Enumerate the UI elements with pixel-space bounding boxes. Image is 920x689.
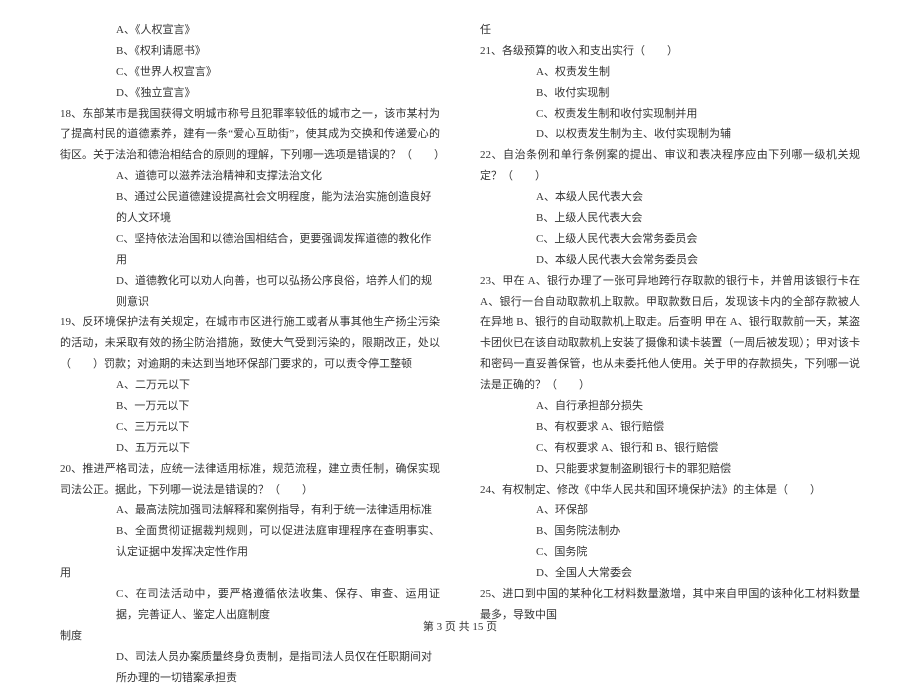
q18-opt-b: B、通过公民道德建设提高社会文明程度，能为法治实施创造良好的人文环境 xyxy=(60,187,440,229)
q18-opt-a: A、道德可以滋养法治精神和支撑法治文化 xyxy=(60,166,440,187)
q18-opt-c: C、坚持依法治国和以德治国相结合，更要强调发挥道德的教化作用 xyxy=(60,229,440,271)
q24-stem: 24、有权制定、修改《中华人民共和国环境保护法》的主体是（ ） xyxy=(480,480,860,501)
q23-opt-a: A、自行承担部分损失 xyxy=(480,396,860,417)
q24-opt-a: A、环保部 xyxy=(480,500,860,521)
q22-opt-d: D、本级人民代表大会常务委员会 xyxy=(480,250,860,271)
q21-opt-c: C、权责发生制和收付实现制并用 xyxy=(480,104,860,125)
q22-stem: 22、自治条例和单行条例案的提出、审议和表决程序应由下列哪一级机关规定？（ ） xyxy=(480,145,860,187)
q23-opt-b: B、有权要求 A、银行赔偿 xyxy=(480,417,860,438)
q19-opt-b: B、一万元以下 xyxy=(60,396,440,417)
q24-opt-c: C、国务院 xyxy=(480,542,860,563)
q21-stem: 21、各级预算的收入和支出实行（ ） xyxy=(480,41,860,62)
q17-opt-a: A、《人权宣言》 xyxy=(60,20,440,41)
q17-opt-d: D、《独立宣言》 xyxy=(60,83,440,104)
q20-opt-b: B、全面贯彻证据裁判规则，可以促进法庭审理程序在查明事实、认定证据中发挥决定性作… xyxy=(60,521,440,563)
q24-opt-d: D、全国人大常委会 xyxy=(480,563,860,584)
q21-opt-d: D、以权责发生制为主、收付实现制为辅 xyxy=(480,124,860,145)
q20-opt-b-tail: 用 xyxy=(60,563,440,584)
q20-opt-a: A、最高法院加强司法解释和案例指导，有利于统一法律适用标准 xyxy=(60,500,440,521)
q21-opt-a: A、权责发生制 xyxy=(480,62,860,83)
q17-opt-b: B、《权利请愿书》 xyxy=(60,41,440,62)
q19-opt-c: C、三万元以下 xyxy=(60,417,440,438)
q24-opt-b: B、国务院法制办 xyxy=(480,521,860,542)
left-column: A、《人权宣言》 B、《权利请愿书》 C、《世界人权宣言》 D、《独立宣言》 1… xyxy=(60,20,440,689)
q17-opt-c: C、《世界人权宣言》 xyxy=(60,62,440,83)
page-columns: A、《人权宣言》 B、《权利请愿书》 C、《世界人权宣言》 D、《独立宣言》 1… xyxy=(0,20,920,689)
right-column: 任 21、各级预算的收入和支出实行（ ） A、权责发生制 B、收付实现制 C、权… xyxy=(480,20,860,689)
q21-opt-b: B、收付实现制 xyxy=(480,83,860,104)
q23-stem: 23、甲在 A、银行办理了一张可异地跨行存取款的银行卡，并曾用该银行卡在 A、银… xyxy=(480,271,860,396)
q19-opt-a: A、二万元以下 xyxy=(60,375,440,396)
page-footer: 第 3 页 共 15 页 xyxy=(0,617,920,638)
q23-opt-d: D、只能要求复制盗刷银行卡的罪犯赔偿 xyxy=(480,459,860,480)
q19-stem: 19、反环境保护法有关规定，在城市市区进行施工或者从事其他生产扬尘污染的活动，未… xyxy=(60,312,440,375)
q20-opt-d-tail: 任 xyxy=(480,20,860,41)
q19-opt-d: D、五万元以下 xyxy=(60,438,440,459)
q20-stem: 20、推进严格司法，应统一法律适用标准，规范流程，建立责任制，确保实现司法公正。… xyxy=(60,459,440,501)
q22-opt-b: B、上级人民代表大会 xyxy=(480,208,860,229)
q18-opt-d: D、道德教化可以劝人向善，也可以弘扬公序良俗，培养人们的规则意识 xyxy=(60,271,440,313)
q18-stem: 18、东部某市是我国获得文明城市称号且犯罪率较低的城市之一，该市某村为了提高村民… xyxy=(60,104,440,167)
q22-opt-a: A、本级人民代表大会 xyxy=(480,187,860,208)
q22-opt-c: C、上级人民代表大会常务委员会 xyxy=(480,229,860,250)
q23-opt-c: C、有权要求 A、银行和 B、银行赔偿 xyxy=(480,438,860,459)
q20-opt-d: D、司法人员办案质量终身负责制，是指司法人员仅在任职期间对所办理的一切错案承担责 xyxy=(60,647,440,689)
